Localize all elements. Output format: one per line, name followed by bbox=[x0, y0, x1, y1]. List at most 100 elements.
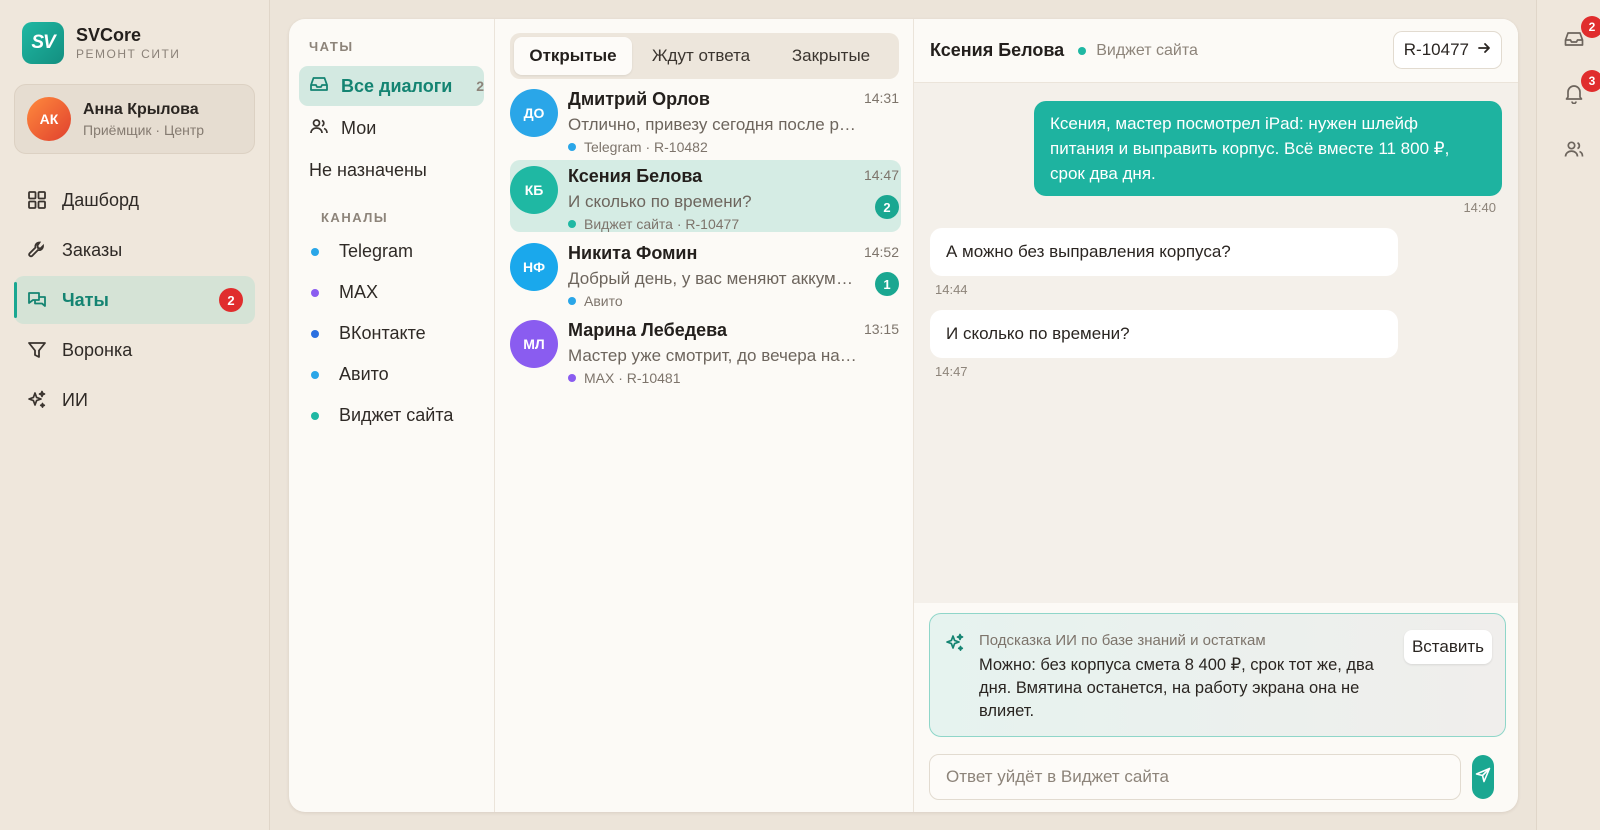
brand[interactable]: SV SVCore РЕМОНТ СИТИ bbox=[14, 20, 255, 66]
conversation-item[interactable]: ДО Дмитрий Орлов 14:31 Отлично, привезу … bbox=[510, 83, 901, 155]
avatar: НФ bbox=[510, 243, 558, 291]
conversation-meta-text: Виджет сайта · R-10477 bbox=[584, 216, 740, 232]
conversation-meta: MAX · R-10481 bbox=[568, 370, 680, 386]
tab-open[interactable]: Открытые bbox=[514, 37, 632, 75]
avatar: МЛ bbox=[510, 320, 558, 368]
brand-logo: SV bbox=[22, 22, 64, 64]
tab-closed[interactable]: Закрытые bbox=[770, 37, 892, 75]
channel-label: Telegram bbox=[339, 241, 414, 261]
channel-label: MAX bbox=[339, 282, 379, 302]
conversation-item[interactable]: НФ Никита Фомин 14:52 Добрый день, у вас… bbox=[510, 237, 901, 309]
channel-max[interactable]: MAX bbox=[299, 272, 484, 313]
conversation-time: 13:15 bbox=[863, 321, 899, 337]
chat-header: Ксения Белова Виджет сайта R-10477 bbox=[914, 19, 1518, 83]
conversation-preview: Отлично, привезу сегодня после работы bbox=[568, 115, 858, 134]
order-id: R-10477 bbox=[1403, 40, 1469, 59]
nav-label: Дашборд bbox=[62, 189, 140, 210]
message-thread: Ксения, мастер посмотрел iPad: нужен шле… bbox=[914, 83, 1518, 603]
filter-all-dialogs[interactable]: Все диалоги 2 bbox=[299, 66, 484, 106]
conversation-time: 14:47 bbox=[863, 167, 899, 183]
team-button[interactable] bbox=[1561, 138, 1587, 164]
filters-panel: ЧАТЫ Все диалоги 2 Мои Не назначены КАНА… bbox=[289, 19, 495, 812]
channels-title: КАНАЛЫ bbox=[321, 210, 389, 225]
chat-channel: Виджет сайта bbox=[1078, 42, 1198, 60]
user-card[interactable]: АК Анна Крылова Приёмщик · Центр bbox=[14, 84, 255, 154]
channel-avito[interactable]: Авито bbox=[299, 354, 484, 395]
filter-mine[interactable]: Мои bbox=[299, 108, 484, 148]
conversation-time: 14:52 bbox=[863, 244, 899, 260]
conversation-meta: Авито bbox=[568, 293, 623, 309]
filter-unassigned[interactable]: Не назначены bbox=[299, 150, 484, 190]
conversation-name: Ксения Белова bbox=[568, 166, 703, 186]
nav-item-funnel[interactable]: Воронка bbox=[14, 326, 255, 374]
chat-icon bbox=[26, 289, 48, 311]
nav-item-orders[interactable]: Заказы bbox=[14, 226, 255, 274]
filter-label: Не назначены bbox=[309, 159, 427, 180]
sidebar: SV SVCore РЕМОНТ СИТИ АК Анна Крылова Пр… bbox=[0, 0, 270, 830]
conversation-meta: Виджет сайта · R-10477 bbox=[568, 216, 739, 232]
avatar: КБ bbox=[510, 166, 558, 214]
channel-widget[interactable]: Виджет сайта bbox=[299, 395, 484, 436]
channel-dot bbox=[568, 220, 576, 228]
insert-button[interactable]: Вставить bbox=[1403, 630, 1492, 664]
channel-dot bbox=[568, 143, 576, 151]
conversation-preview: Мастер уже смотрит, до вечера напишем bbox=[568, 346, 858, 365]
send-icon bbox=[1475, 767, 1491, 788]
user-name: Анна Крылова bbox=[83, 100, 199, 118]
nav-item-dashboard[interactable]: Дашборд bbox=[14, 176, 255, 224]
conversation-meta-text: Авито bbox=[584, 293, 623, 309]
user-role: Приёмщик · Центр bbox=[83, 121, 205, 138]
conversation-time: 14:31 bbox=[863, 90, 899, 106]
main-panel: ЧАТЫ Все диалоги 2 Мои Не назначены КАНА… bbox=[289, 19, 1518, 812]
channel-label: Авито bbox=[339, 364, 389, 384]
ai-hint-card: Подсказка ИИ по базе знаний и остаткам М… bbox=[929, 613, 1506, 737]
filter-label: Все диалоги bbox=[341, 75, 453, 96]
nav-label: Чаты bbox=[62, 289, 109, 310]
message-time: 14:47 bbox=[935, 364, 968, 379]
sparkle-icon bbox=[944, 632, 966, 659]
sparkle-icon bbox=[26, 389, 48, 411]
message-incoming: И сколько по времени? bbox=[930, 310, 1398, 358]
avatar: АК bbox=[27, 97, 71, 141]
filter-label: Мои bbox=[341, 117, 377, 138]
channel-dot bbox=[568, 297, 576, 305]
users-icon bbox=[1563, 138, 1585, 165]
inbox-icon bbox=[309, 74, 329, 99]
channel-telegram[interactable]: Telegram bbox=[299, 231, 484, 272]
reply-input[interactable] bbox=[929, 754, 1461, 800]
avatar: ДО bbox=[510, 89, 558, 137]
order-link-button[interactable]: R-10477 bbox=[1392, 31, 1502, 69]
funnel-icon bbox=[26, 339, 48, 361]
message-time: 14:44 bbox=[935, 282, 968, 297]
send-button[interactable] bbox=[1472, 755, 1494, 799]
ai-hint-text: Можно: без корпуса смета 8 400 ₽, срок т… bbox=[979, 656, 1374, 720]
channel-dot bbox=[1078, 46, 1087, 55]
tab-awaiting[interactable]: Ждут ответа bbox=[632, 37, 770, 75]
chat-panel: Ксения Белова Виджет сайта R-10477 Ксени… bbox=[914, 19, 1518, 812]
conversation-item[interactable]: МЛ Марина Лебедева 13:15 Мастер уже смот… bbox=[510, 314, 901, 386]
notifications-badge: 3 bbox=[1581, 70, 1600, 92]
channel-label: Виджет сайта bbox=[339, 405, 454, 425]
nav-item-chats[interactable]: Чаты 2 bbox=[14, 276, 255, 324]
conversation-meta: Telegram · R-10482 bbox=[568, 139, 708, 155]
channel-dot bbox=[311, 288, 319, 297]
channel-dot bbox=[311, 329, 319, 338]
nav-item-ai[interactable]: ИИ bbox=[14, 376, 255, 424]
filter-count: 2 bbox=[476, 78, 484, 94]
message-outgoing: Ксения, мастер посмотрел iPad: нужен шле… bbox=[1034, 101, 1502, 196]
chat-channel-label: Виджет сайта bbox=[1096, 41, 1198, 59]
conversation-item[interactable]: КБ Ксения Белова 14:47 И сколько по врем… bbox=[510, 160, 901, 232]
message-text: И сколько по времени? bbox=[946, 324, 1130, 343]
nav-label: Воронка bbox=[62, 339, 133, 360]
conversation-name: Дмитрий Орлов bbox=[568, 89, 710, 109]
users-icon bbox=[309, 116, 329, 141]
channel-vk[interactable]: ВКонтакте bbox=[299, 313, 484, 354]
brand-subtitle: РЕМОНТ СИТИ bbox=[76, 47, 181, 61]
channel-dot bbox=[311, 247, 319, 256]
unread-badge: 1 bbox=[875, 272, 899, 296]
chat-contact-name: Ксения Белова bbox=[930, 40, 1065, 60]
conversation-preview: Добрый день, у вас меняют аккумулятор? bbox=[568, 269, 858, 288]
unread-badge: 2 bbox=[875, 195, 899, 219]
message-incoming: А можно без выправления корпуса? bbox=[930, 228, 1398, 276]
message-text: А можно без выправления корпуса? bbox=[946, 242, 1231, 261]
